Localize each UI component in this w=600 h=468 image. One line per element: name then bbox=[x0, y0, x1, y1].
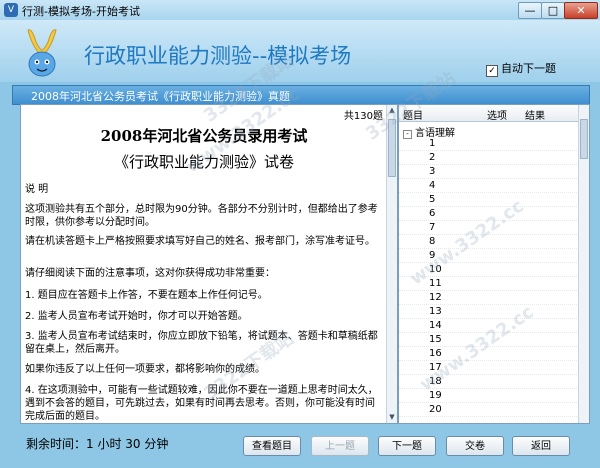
question-number: 18 bbox=[429, 376, 442, 387]
answer-row[interactable]: 3 bbox=[399, 165, 579, 179]
instruction-paragraph: 请在机读答题卡上严格按照要求填写好自己的姓名、报考部门，涂写准考证号。 bbox=[25, 236, 375, 247]
question-number: 16 bbox=[429, 348, 442, 359]
scroll-up-icon[interactable]: ▲ bbox=[387, 105, 397, 116]
question-number: 9 bbox=[429, 250, 436, 261]
scroll-down-icon[interactable]: ▼ bbox=[387, 412, 397, 423]
question-number: 10 bbox=[429, 264, 442, 275]
app-title: 行政职业能力测验--模拟考场 bbox=[84, 44, 352, 68]
view-question-button[interactable]: 查看题目 bbox=[243, 436, 301, 456]
question-count: 共130题 bbox=[343, 111, 383, 122]
answer-row[interactable]: 1 bbox=[399, 137, 579, 151]
timer-label: 剩余时间： bbox=[26, 437, 87, 451]
instruction-paragraph: 如果你违反了以上任何一项要求，都将影响你的成绩。 bbox=[25, 364, 265, 375]
exam-title-bar: 2008年河北省公务员考试《行政职业能力测验》真题 bbox=[12, 85, 590, 105]
back-button[interactable]: 返回 bbox=[512, 436, 570, 456]
instruction-paragraph: 请仔细阅读下面的注意事项，这对你获得成功非常重要： bbox=[25, 268, 275, 279]
question-number: 11 bbox=[429, 278, 442, 289]
answer-row[interactable]: 11 bbox=[399, 277, 579, 291]
scroll-thumb[interactable] bbox=[580, 119, 588, 159]
answer-row[interactable]: 19 bbox=[399, 389, 579, 403]
question-number: 20 bbox=[429, 404, 442, 415]
answer-row[interactable]: 16 bbox=[399, 347, 579, 361]
question-number: 19 bbox=[429, 390, 442, 401]
answer-row[interactable]: 5 bbox=[399, 193, 579, 207]
instruction-heading: 说 明 bbox=[25, 184, 49, 195]
checkbox-check-icon[interactable]: ✓ bbox=[486, 65, 498, 77]
minimize-button[interactable]: — bbox=[518, 2, 542, 19]
question-number: 15 bbox=[429, 334, 442, 345]
answer-row[interactable]: 8 bbox=[399, 235, 579, 249]
question-number: 3 bbox=[429, 166, 436, 177]
paper-subtitle: 《行政职业能力测验》试卷 bbox=[113, 153, 294, 171]
instruction-paragraph: 1. 题目应在答题卡上作答，不要在题本上作任何记号。 bbox=[25, 290, 268, 301]
answer-row[interactable]: 7 bbox=[399, 221, 579, 235]
col-question: 题目 bbox=[403, 111, 423, 122]
maximize-button[interactable]: □ bbox=[541, 2, 565, 19]
answer-list-header: 题目 选项 结果 bbox=[399, 105, 579, 122]
window-title: 行测-模拟考场-开始考试 bbox=[22, 5, 140, 18]
instruction-paragraph: 2. 监考人员宣布考试开始时，你才可以开始答题。 bbox=[25, 311, 248, 322]
close-button[interactable]: ✕ bbox=[564, 2, 598, 19]
instruction-paragraph: 4. 在这项测验中，可能有一些试题较难，因此你不要在一道题上思考时间太久，遇到不… bbox=[25, 385, 378, 422]
answer-row[interactable]: 2 bbox=[399, 151, 579, 165]
question-pane[interactable]: 共130题 2008年河北省公务员录用考试 《行政职业能力测验》试卷 说 明 这… bbox=[20, 104, 398, 424]
timer-value: 1 小时 30 分钟 bbox=[86, 437, 169, 451]
answer-row[interactable]: 13 bbox=[399, 305, 579, 319]
instruction-paragraph: 这项测验共有五个部分，总时限为90分钟。各部分不分别计时，但都给出了参考时限，供… bbox=[25, 204, 378, 228]
question-number: 6 bbox=[429, 208, 436, 219]
question-scrollbar[interactable]: ▲ ▼ bbox=[386, 105, 397, 423]
next-question-button[interactable]: 下一题 bbox=[378, 436, 436, 456]
answer-list-pane[interactable]: 题目 选项 结果 - 言语理解 1 2 3 4 5 6 7 8 9 10 11 12 13 14 15 16 17… bbox=[398, 104, 590, 424]
answer-row[interactable]: 20 bbox=[399, 403, 579, 417]
question-number: 17 bbox=[429, 362, 442, 373]
question-number: 12 bbox=[429, 292, 442, 303]
question-number: 14 bbox=[429, 320, 442, 331]
answer-row[interactable]: 17 bbox=[399, 361, 579, 375]
app-icon: V bbox=[4, 3, 18, 17]
window-titlebar: V 行测-模拟考场-开始考试 — □ ✕ bbox=[0, 0, 600, 21]
answer-row[interactable]: 4 bbox=[399, 179, 579, 193]
app-header: 行政职业能力测验--模拟考场 ✓ 自动下一题 bbox=[0, 20, 600, 82]
answer-row[interactable]: 15 bbox=[399, 333, 579, 347]
answer-row[interactable]: 12 bbox=[399, 291, 579, 305]
remaining-time: 剩余时间：1 小时 30 分钟 bbox=[26, 435, 168, 452]
answer-row[interactable]: 18 bbox=[399, 375, 579, 389]
scroll-thumb[interactable] bbox=[388, 119, 396, 177]
question-number: 7 bbox=[429, 222, 436, 233]
answer-row[interactable]: 6 bbox=[399, 207, 579, 221]
answer-row[interactable]: 9 bbox=[399, 249, 579, 263]
col-option: 选项 bbox=[487, 111, 507, 122]
answer-row[interactable]: 10 bbox=[399, 263, 579, 277]
paper-title: 2008年河北省公务员录用考试 bbox=[100, 127, 308, 145]
question-number: 8 bbox=[429, 236, 436, 247]
answer-scrollbar[interactable] bbox=[578, 105, 589, 423]
instruction-paragraph: 3. 监考人员宣布考试结束时，你应立即放下铅笔，将试题本、答题卡和草稿纸都留在桌… bbox=[25, 331, 378, 355]
auto-next-label: 自动下一题 bbox=[501, 62, 556, 75]
question-number: 13 bbox=[429, 306, 442, 317]
auto-next-checkbox[interactable]: ✓ 自动下一题 bbox=[486, 60, 556, 77]
answer-row[interactable]: 14 bbox=[399, 319, 579, 333]
question-number: 2 bbox=[429, 152, 436, 163]
col-result: 结果 bbox=[525, 111, 545, 122]
question-number: 5 bbox=[429, 194, 436, 205]
question-number: 4 bbox=[429, 180, 436, 191]
previous-question-button[interactable]: 上一题 bbox=[311, 436, 369, 456]
exam-title: 2008年河北省公务员考试《行政职业能力测验》真题 bbox=[31, 90, 290, 103]
submit-button[interactable]: 交卷 bbox=[446, 436, 504, 456]
logo-icon bbox=[27, 29, 57, 77]
question-number: 1 bbox=[429, 138, 436, 149]
